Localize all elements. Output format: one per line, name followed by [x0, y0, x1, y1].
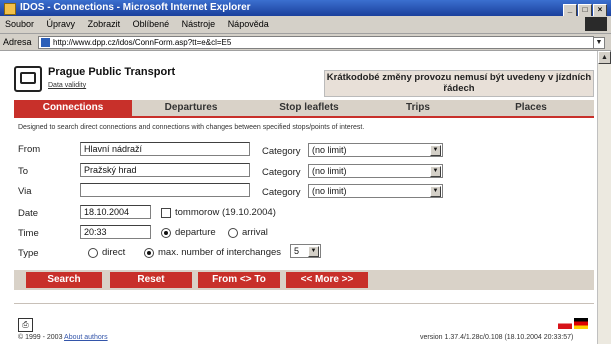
site-title: Prague Public Transport: [48, 66, 176, 78]
departure-radio[interactable]: [161, 228, 171, 238]
address-url: http://www.dpp.cz/idos/ConnForm.asp?tt=e…: [53, 38, 232, 47]
from-input[interactable]: Hlavní nádraží: [80, 142, 250, 156]
to-label: To: [18, 166, 29, 177]
time-input[interactable]: 20:33: [80, 225, 151, 239]
to-input[interactable]: Pražský hrad: [80, 163, 250, 177]
tab-connections[interactable]: Connections: [14, 100, 132, 116]
menu-edit[interactable]: Úpravy: [47, 19, 76, 29]
menu-help[interactable]: Nápověda: [228, 19, 269, 29]
czech-flag-icon[interactable]: [558, 318, 572, 329]
action-bar: Search Reset From <> To << More >>: [14, 270, 594, 290]
tomorrow-label: tommorow (19.10.2004): [175, 207, 276, 218]
tab-stop-leaflets[interactable]: Stop leaflets: [250, 100, 368, 116]
chevron-down-icon[interactable]: ▼: [308, 246, 319, 257]
vertical-scrollbar[interactable]: ▲: [597, 51, 611, 344]
category-via-select[interactable]: (no limit) ▼: [308, 184, 443, 198]
menu-favorites[interactable]: Oblíbené: [133, 19, 170, 29]
tab-places[interactable]: Places: [468, 100, 594, 116]
window-title: IDOS - Connections - Microsoft Internet …: [20, 2, 251, 13]
category-via-value: (no limit): [312, 186, 347, 196]
arrival-label: arrival: [242, 227, 268, 238]
print-icon[interactable]: ⎙: [18, 318, 33, 332]
time-label: Time: [18, 228, 39, 239]
more-button[interactable]: << More >>: [286, 272, 368, 288]
arrival-radio[interactable]: [228, 228, 238, 238]
departure-label: departure: [175, 227, 216, 238]
language-flags: [556, 318, 588, 331]
notice-box: Krátkodobé změny provozu nemusí být uved…: [324, 70, 594, 97]
form-description: Designed to search direct connections an…: [18, 124, 365, 131]
address-bar: Adresa http://www.dpp.cz/idos/ConnForm.a…: [0, 34, 611, 51]
data-validity-link[interactable]: Data validity: [48, 82, 86, 89]
category-from-value: (no limit): [312, 145, 347, 155]
chevron-down-icon[interactable]: ▼: [430, 166, 441, 177]
site-header: Prague Public Transport Data validity Kr…: [14, 62, 594, 98]
reset-button[interactable]: Reset: [110, 272, 192, 288]
category-from-label: Category: [262, 146, 301, 157]
via-input[interactable]: [80, 183, 250, 197]
swap-from-to-button[interactable]: From <> To: [198, 272, 280, 288]
address-dropdown-icon[interactable]: ▼: [593, 37, 605, 49]
main-tabs: Connections Departures Stop leaflets Tri…: [14, 100, 594, 118]
interchanges-label: max. number of interchanges: [158, 247, 282, 258]
address-input[interactable]: http://www.dpp.cz/idos/ConnForm.asp?tt=e…: [38, 36, 594, 49]
category-from-select[interactable]: (no limit) ▼: [308, 143, 443, 157]
date-input[interactable]: 18.10.2004: [80, 205, 151, 219]
footer-divider: [14, 303, 594, 304]
menu-bar: Soubor Úpravy Zobrazit Oblíbené Nástroje…: [0, 16, 611, 34]
interchanges-radio[interactable]: [144, 248, 154, 258]
german-flag-icon[interactable]: [574, 318, 588, 329]
tab-departures[interactable]: Departures: [132, 100, 250, 116]
type-label: Type: [18, 248, 39, 259]
page-icon: [41, 38, 50, 47]
menu-tools[interactable]: Nástroje: [182, 19, 216, 29]
interchanges-select[interactable]: 5 ▼: [290, 244, 321, 258]
windows-logo-icon: [585, 17, 607, 31]
category-to-value: (no limit): [312, 166, 347, 176]
from-label: From: [18, 144, 41, 155]
version-text: version 1.37.4/1.28c/0.108 (18.10.2004 2…: [420, 334, 574, 341]
tab-trips[interactable]: Trips: [368, 100, 468, 116]
menu-file[interactable]: Soubor: [5, 19, 34, 29]
menu-view[interactable]: Zobrazit: [88, 19, 121, 29]
chevron-down-icon[interactable]: ▼: [430, 186, 441, 197]
copyright: © 1999 - 2003 About authors: [18, 334, 108, 341]
date-label: Date: [18, 208, 39, 219]
copyright-text: © 1999 - 2003: [18, 334, 63, 341]
tram-logo-icon: [14, 66, 42, 92]
address-label: Adresa: [3, 37, 32, 47]
direct-radio[interactable]: [88, 248, 98, 258]
about-authors-link[interactable]: About authors: [64, 334, 108, 341]
window-titlebar: IDOS - Connections - Microsoft Internet …: [0, 0, 611, 17]
chevron-down-icon[interactable]: ▼: [430, 145, 441, 156]
category-via-label: Category: [262, 187, 301, 198]
direct-label: direct: [102, 247, 126, 258]
via-label: Via: [18, 186, 32, 197]
ie-icon: [4, 3, 16, 15]
interchanges-value: 5: [294, 246, 300, 256]
search-button[interactable]: Search: [26, 272, 102, 288]
category-to-select[interactable]: (no limit) ▼: [308, 164, 443, 178]
scroll-up-icon[interactable]: ▲: [598, 51, 611, 64]
tomorrow-checkbox[interactable]: [161, 208, 171, 218]
category-to-label: Category: [262, 167, 301, 178]
